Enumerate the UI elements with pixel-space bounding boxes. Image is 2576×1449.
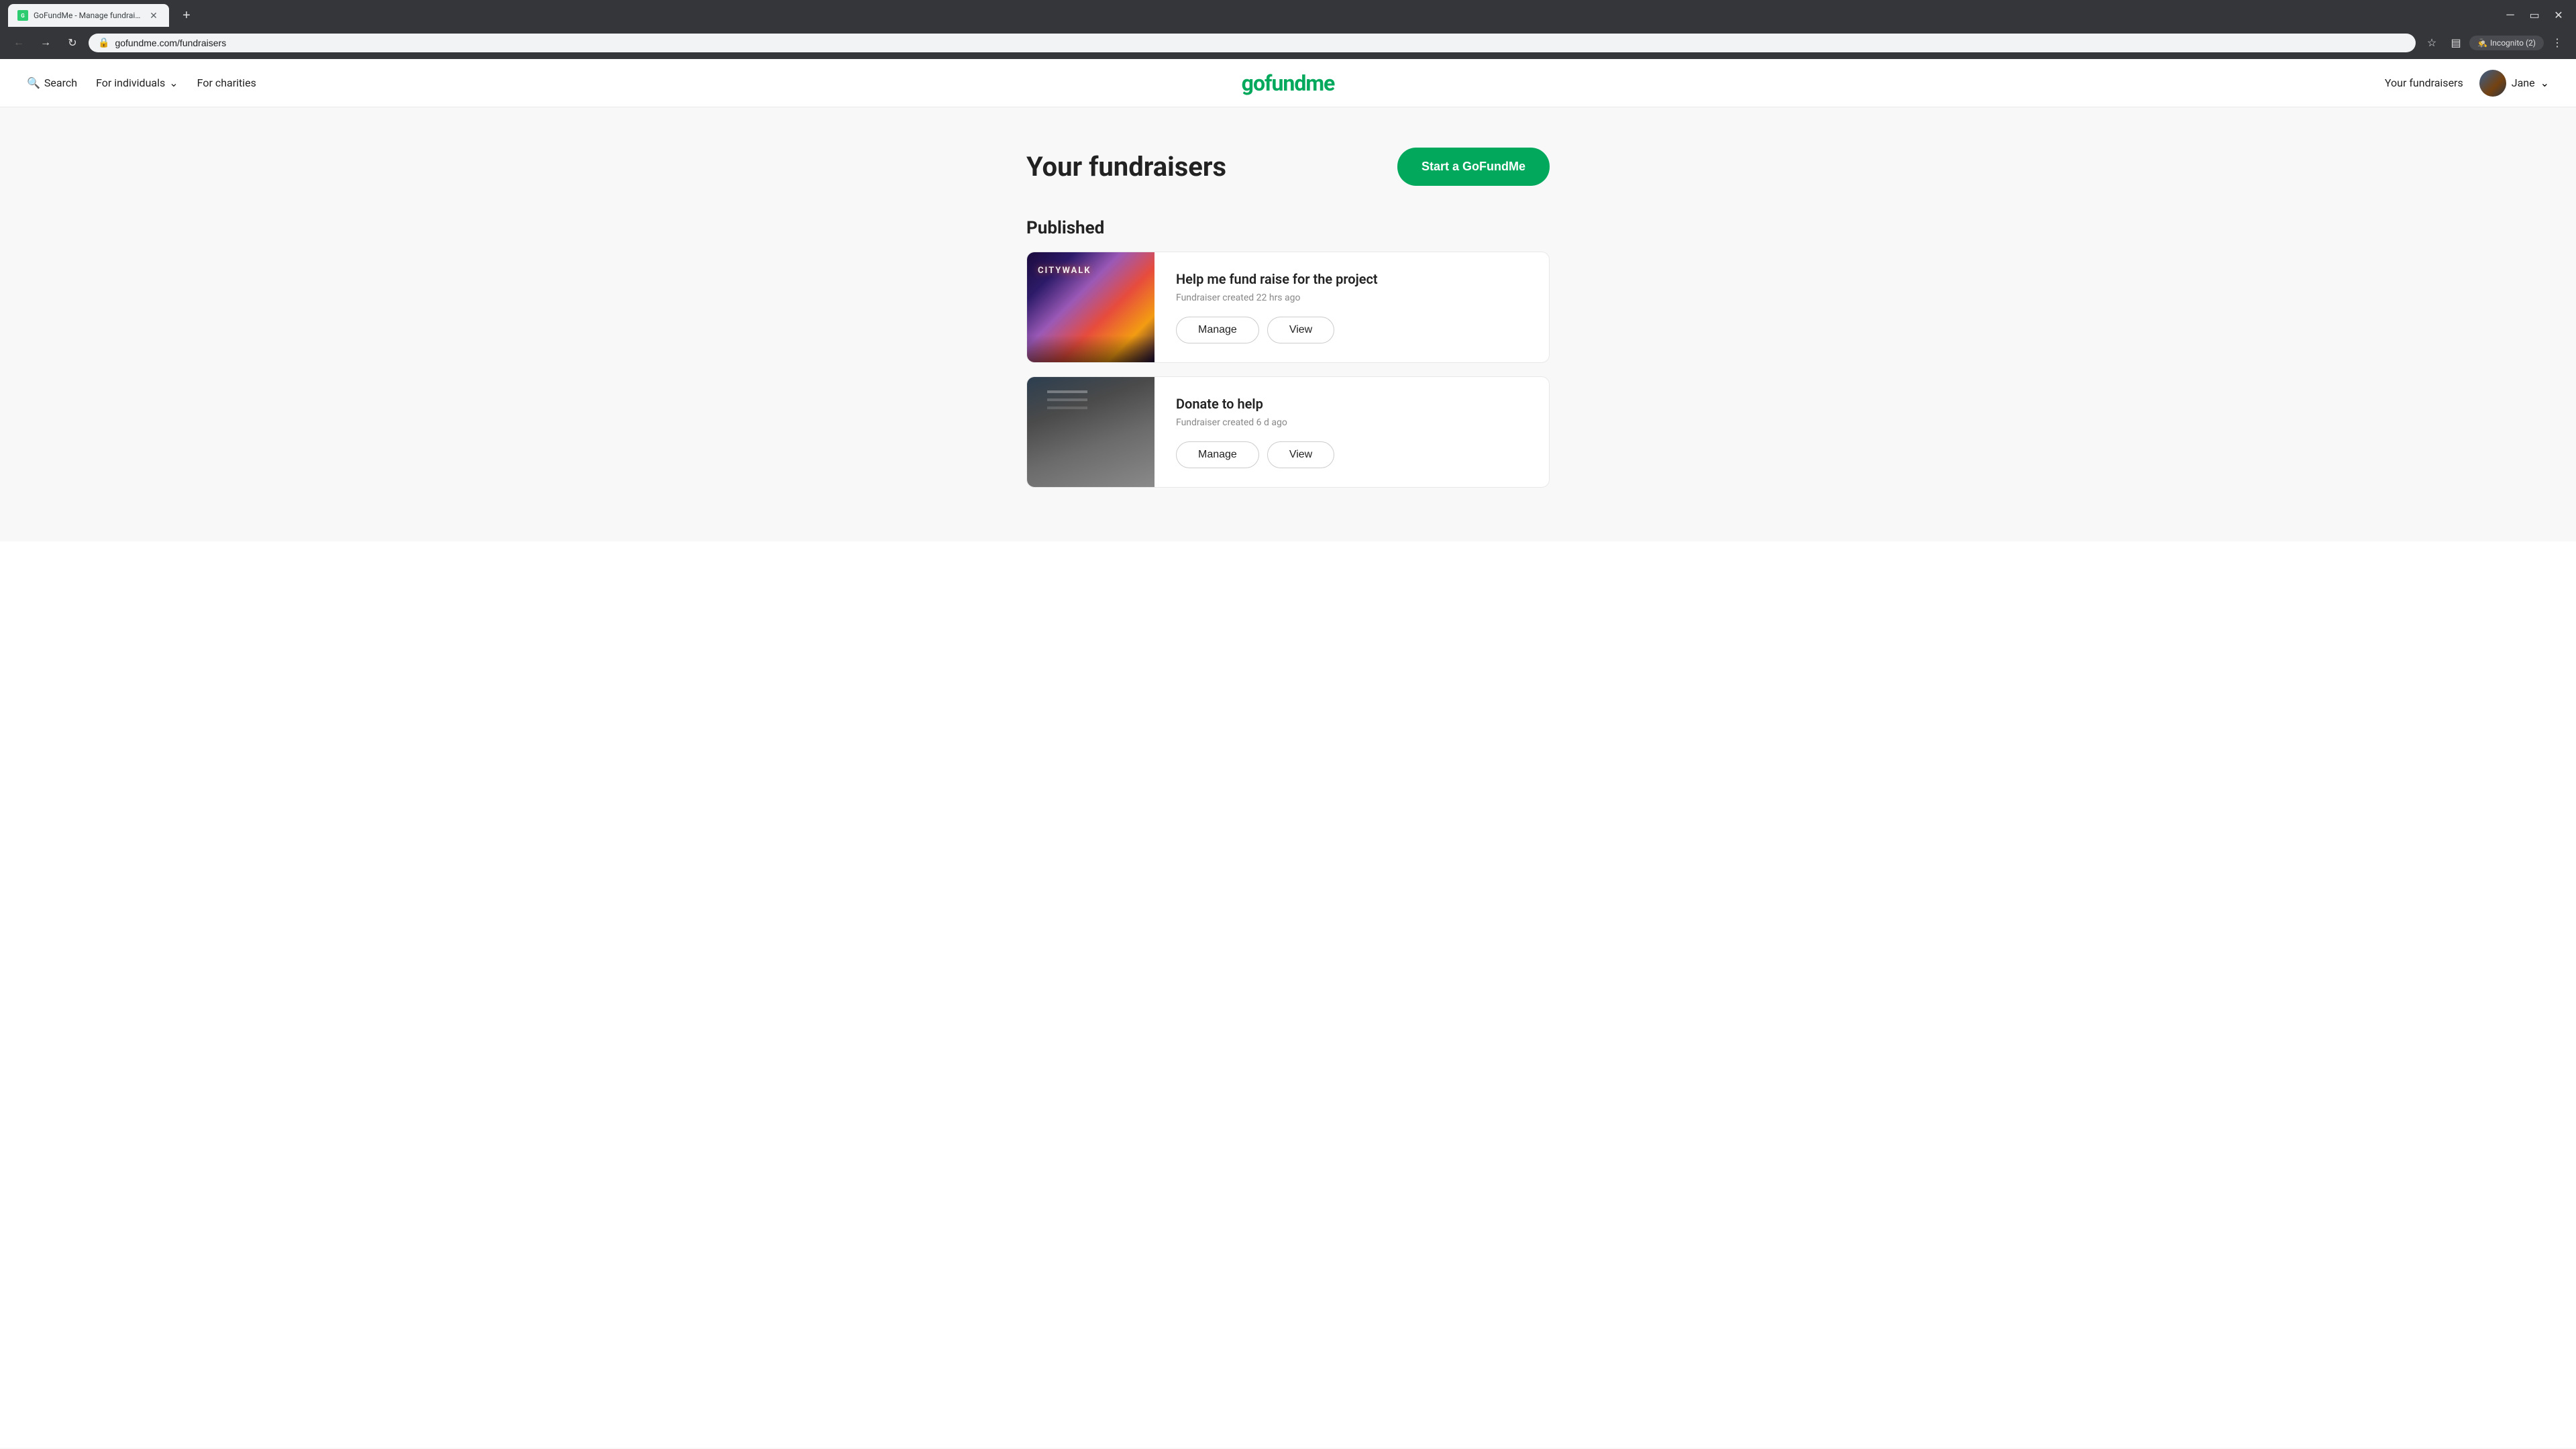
manage-button[interactable]: Manage — [1176, 317, 1259, 343]
nav-left: 🔍 Search For individuals ⌄ For charities — [27, 76, 256, 89]
fundraiser-card: Donate to help Fundraiser created 6 d ag… — [1026, 376, 1550, 488]
sidebar-button[interactable]: ▤ — [2445, 32, 2467, 54]
nav-right: Your fundraisers Jane ⌄ — [2385, 70, 2549, 97]
incognito-label: Incognito (2) — [2490, 38, 2536, 48]
fundraiser-image — [1027, 377, 1155, 487]
incognito-badge[interactable]: 🕵 Incognito (2) — [2469, 36, 2544, 50]
logo[interactable]: gofundme — [1242, 70, 1335, 96]
incognito-icon: 🕵 — [2477, 38, 2487, 48]
forward-button[interactable]: → — [35, 32, 56, 54]
fundraiser-title: Donate to help — [1176, 396, 1527, 412]
for-charities-label: For charities — [197, 76, 256, 89]
nav-center: gofundme — [1242, 70, 1335, 96]
manage-button[interactable]: Manage — [1176, 441, 1259, 468]
search-label: Search — [44, 76, 77, 89]
fundraiser-card: Help me fund raise for the project Fundr… — [1026, 252, 1550, 363]
reload-button[interactable]: ↻ — [62, 32, 83, 54]
active-tab[interactable]: G GoFundMe - Manage fundraise... ✕ — [8, 4, 169, 27]
search-nav-item[interactable]: 🔍 Search — [27, 76, 77, 89]
browser-toolbar: ← → ↻ 🔒 ☆ ▤ 🕵 Incognito (2) ⋮ — [0, 27, 2576, 59]
user-menu[interactable]: Jane ⌄ — [2479, 70, 2549, 97]
menu-button[interactable]: ⋮ — [2546, 32, 2568, 54]
for-individuals-label: For individuals — [96, 76, 165, 89]
page-title: Your fundraisers — [1026, 151, 1226, 182]
tab-bar: G GoFundMe - Manage fundraise... ✕ + ─ ▭… — [0, 0, 2576, 27]
main-content: Your fundraisers Start a GoFundMe Publis… — [0, 107, 2576, 541]
toolbar-actions: ☆ ▤ 🕵 Incognito (2) ⋮ — [2421, 32, 2568, 54]
browser-chrome: G GoFundMe - Manage fundraise... ✕ + ─ ▭… — [0, 0, 2576, 59]
main-nav: 🔍 Search For individuals ⌄ For charities… — [0, 59, 2576, 107]
fundraiser-image — [1027, 252, 1155, 362]
card-content: Help me fund raise for the project Fundr… — [1155, 252, 1549, 362]
website: 🔍 Search For individuals ⌄ For charities… — [0, 59, 2576, 1448]
bookmark-button[interactable]: ☆ — [2421, 32, 2443, 54]
tab-favicon: G — [17, 10, 28, 21]
close-button[interactable]: ✕ — [2549, 6, 2568, 25]
fundraiser-title: Help me fund raise for the project — [1176, 271, 1527, 287]
card-actions: Manage View — [1176, 441, 1527, 468]
maximize-button[interactable]: ▭ — [2525, 6, 2544, 25]
tab-close-button[interactable]: ✕ — [148, 9, 160, 21]
avatar-image — [2479, 70, 2506, 97]
start-gofundme-button[interactable]: Start a GoFundMe — [1397, 148, 1550, 186]
fundraiser-meta: Fundraiser created 6 d ago — [1176, 417, 1527, 428]
search-icon: 🔍 — [27, 76, 40, 89]
card-actions: Manage View — [1176, 317, 1527, 343]
your-fundraisers-nav-link[interactable]: Your fundraisers — [2385, 76, 2463, 89]
card-content: Donate to help Fundraiser created 6 d ag… — [1155, 377, 1549, 487]
fundraiser-meta: Fundraiser created 22 hrs ago — [1176, 292, 1527, 303]
chevron-down-icon: ⌄ — [2540, 76, 2549, 89]
address-bar[interactable]: 🔒 — [89, 34, 2416, 52]
back-button[interactable]: ← — [8, 32, 30, 54]
for-charities-nav-item[interactable]: For charities — [197, 76, 256, 89]
avatar — [2479, 70, 2506, 97]
view-button[interactable]: View — [1267, 317, 1334, 343]
chevron-down-icon: ⌄ — [169, 76, 178, 89]
content-wrapper: Your fundraisers Start a GoFundMe Publis… — [1000, 148, 1576, 488]
url-input[interactable] — [115, 38, 2406, 48]
published-section-title: Published — [1026, 218, 1550, 238]
tab-title: GoFundMe - Manage fundraise... — [34, 11, 142, 20]
user-name: Jane — [2512, 76, 2535, 89]
fundraisers-header: Your fundraisers Start a GoFundMe — [1026, 148, 1550, 186]
view-button[interactable]: View — [1267, 441, 1334, 468]
lock-icon: 🔒 — [98, 38, 109, 48]
for-individuals-nav-item[interactable]: For individuals ⌄ — [96, 76, 178, 89]
minimize-button[interactable]: ─ — [2501, 6, 2520, 25]
new-tab-button[interactable]: + — [177, 6, 196, 25]
